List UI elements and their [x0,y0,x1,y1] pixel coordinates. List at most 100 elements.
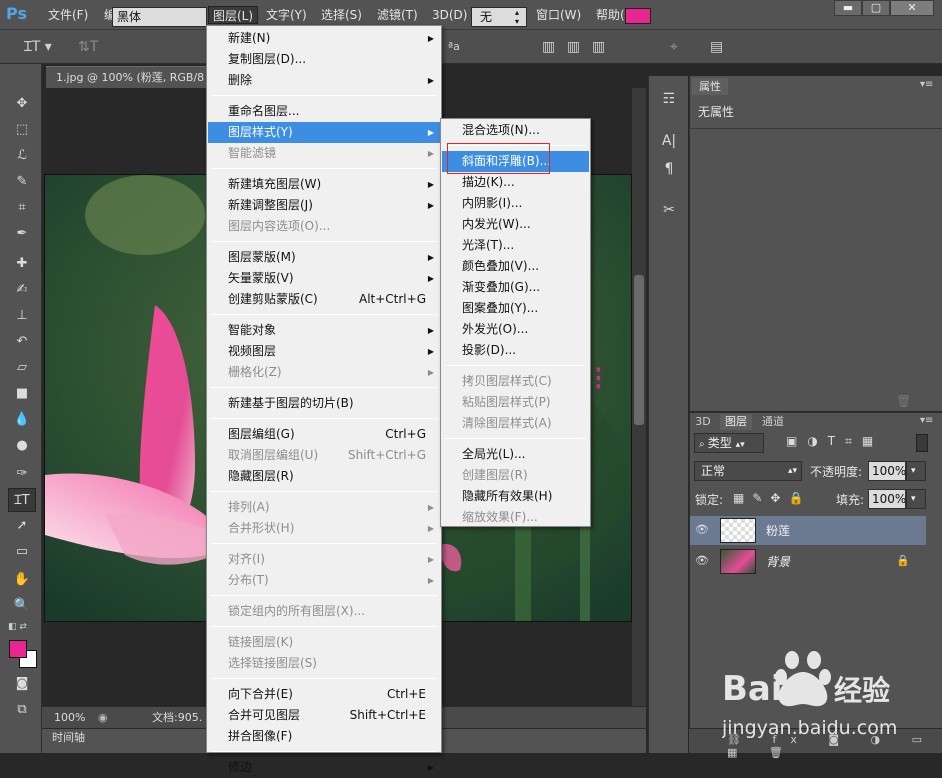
warp-text-icon[interactable]: ⌖ [670,30,678,64]
fill-field[interactable]: 100% [868,489,906,509]
align-center-icon[interactable]: ▥ [567,30,580,64]
menu-item[interactable]: 创建剪贴蒙版(C) Alt+Ctrl+G [208,289,440,310]
move-tool-icon[interactable]: ✥ [8,92,36,116]
layer-row[interactable]: 👁 背景 🔒 [690,547,926,576]
healing-brush-tool-icon[interactable]: ✚ [8,252,36,276]
restore-button[interactable]: ▢ [862,0,890,16]
eye-icon[interactable]: 👁 [694,523,710,537]
status-menu-icon[interactable]: ◉ [98,707,108,728]
zoom-level[interactable]: 100% [54,707,85,728]
quick-mask-icon[interactable]: ◙ [8,672,36,696]
menu-item[interactable]: 新建调整图层(J) ▶ [208,195,440,216]
menu-file[interactable]: 文件(F) [48,6,88,24]
menu-item[interactable]: 图层编组(G) Ctrl+G [208,424,440,445]
menu-item[interactable]: 复制图层(D)... [208,49,440,70]
menu-item[interactable]: 矢量蒙版(V) ▶ [208,268,440,289]
layer-filter-select[interactable]: ⌕ 类型 ▴▾ [694,433,764,453]
document-tab[interactable]: 1.jpg @ 100% (粉莲, RGB/8 [46,66,206,88]
antialias-select[interactable]: 无 [471,7,527,27]
dodge-tool-icon[interactable]: ● [8,434,36,458]
menu-item[interactable]: 隐藏所有效果(H) [442,486,589,507]
menu-item[interactable]: 图层样式(Y) ▶ [208,122,440,143]
text-color-swatch[interactable] [625,8,651,24]
pen-tool-icon[interactable]: ✑ [8,462,36,486]
menu-item[interactable]: 删除 ▶ [208,70,440,91]
layer-filter-icons[interactable]: ▣◑T⌗▦ [786,434,883,449]
history-panel-icon[interactable]: ☶ [656,86,682,112]
opacity-dropdown-icon[interactable]: ▾ [906,461,926,481]
opacity-field[interactable]: 100% [868,461,906,481]
menu-item[interactable]: 图案叠加(Y)... [442,298,589,319]
vertical-scroll-thumb[interactable] [634,275,644,425]
menu-item[interactable]: 外发光(O)... [442,319,589,340]
align-right-icon[interactable]: ▥ [592,30,605,64]
quick-select-tool-icon[interactable]: ✎ [8,170,36,194]
menu-item[interactable]: 重命名图层... [208,101,440,122]
menu-item[interactable]: 内发光(W)... [442,214,589,235]
menu-item[interactable]: 视频图层 ▶ [208,341,440,362]
eyedropper-tool-icon[interactable]: ✒ [8,222,36,246]
filter-toggle[interactable] [916,434,928,452]
menu-item[interactable]: 颜色叠加(V)... [442,256,589,277]
trash-icon[interactable]: 🗑 [896,394,911,408]
menu-item[interactable]: 智能对象 ▶ [208,320,440,341]
align-left-icon[interactable]: ▥ [542,30,556,64]
eye-icon[interactable]: 👁 [694,554,710,568]
fill-dropdown-icon[interactable]: ▾ [906,489,926,509]
crop-tool-icon[interactable]: ⌗ [8,196,36,220]
screen-mode-icon[interactable]: ⧉ [8,698,36,722]
blur-tool-icon[interactable]: 💧 [8,408,36,432]
menu-item[interactable]: 合并可见图层 Shift+Ctrl+E [208,705,440,726]
hand-tool-icon[interactable]: ✋ [8,568,36,592]
history-brush-tool-icon[interactable]: ↶ [8,330,36,354]
menu-item[interactable]: 新建(N) ▶ [208,28,440,49]
tab-channels[interactable]: 通道 [756,414,790,430]
layers-menu-icon[interactable]: ▾≡ [920,415,933,426]
tools-preset-icon[interactable]: ✂ [656,197,682,223]
tab-3d[interactable]: 3D [692,414,714,430]
menu-window[interactable]: 窗口(W) [536,6,581,24]
text-tool-preset-icon[interactable]: ꞮT ▾ [24,30,52,64]
font-family-select[interactable]: 黑体 [112,7,207,27]
lasso-tool-icon[interactable]: ℒ [8,144,36,168]
menu-item[interactable]: 混合选项(N)... [442,120,589,141]
brush-tool-icon[interactable]: ✍ [8,278,36,302]
blend-mode-select[interactable]: 正常 ▴▾ [694,461,802,481]
menu-select[interactable]: 选择(S) [321,6,362,24]
menu-item[interactable]: 向下合并(E) Ctrl+E [208,684,440,705]
text-orientation-icon[interactable]: ⇅T [78,30,98,64]
menu-item[interactable]: 内阴影(I)... [442,193,589,214]
properties-tab[interactable]: 属性 [692,78,728,95]
menu-item[interactable]: 修边 ▶ [208,757,440,778]
layer-row[interactable]: 👁 粉莲 [690,516,926,545]
zoom-tool-icon[interactable]: 🔍 [8,594,36,618]
menu-filter[interactable]: 滤镜(T) [377,6,418,24]
menu-item[interactable]: 光泽(T)... [442,235,589,256]
gradient-tool-icon[interactable]: ■ [8,382,36,406]
tab-layers[interactable]: 图层 [720,414,752,430]
paragraph-panel-icon[interactable]: ¶ [656,156,682,182]
menu-type[interactable]: 文字(Y) [266,6,307,24]
menu-item[interactable]: 描边(K)... [442,172,589,193]
menu-item[interactable]: 隐藏图层(R) [208,466,440,487]
default-colors-icon[interactable]: ◧ ⇄ [8,622,27,632]
menu-item[interactable]: 投影(D)... [442,340,589,361]
clone-stamp-tool-icon[interactable]: ⊥ [8,304,36,328]
shape-tool-icon[interactable]: ▭ [8,540,36,564]
menu-3d[interactable]: 3D(D) [432,6,467,24]
menu-item[interactable]: 全局光(L)... [442,444,589,465]
marquee-tool-icon[interactable]: ⬚ [8,118,36,142]
timeline-label[interactable]: 时间轴 [52,730,85,746]
path-select-tool-icon[interactable]: ➚ [8,514,36,538]
eraser-tool-icon[interactable]: ▱ [8,356,36,380]
panel-menu-icon[interactable]: ▾≡ [920,79,933,90]
minimize-button[interactable]: ▬ [834,0,862,16]
menu-item[interactable]: 拼合图像(F) [208,726,440,747]
character-panel-icon[interactable]: ▤ [710,30,723,64]
close-button[interactable]: ✕ [890,0,934,16]
foreground-color-swatch[interactable] [9,640,27,658]
menu-item[interactable]: 新建填充图层(W) ▶ [208,174,440,195]
type-tool-icon[interactable]: ꞮT [8,488,36,512]
menu-layer[interactable]: 图层(L) [208,6,259,24]
character-panel-icon[interactable]: A| [656,128,682,154]
